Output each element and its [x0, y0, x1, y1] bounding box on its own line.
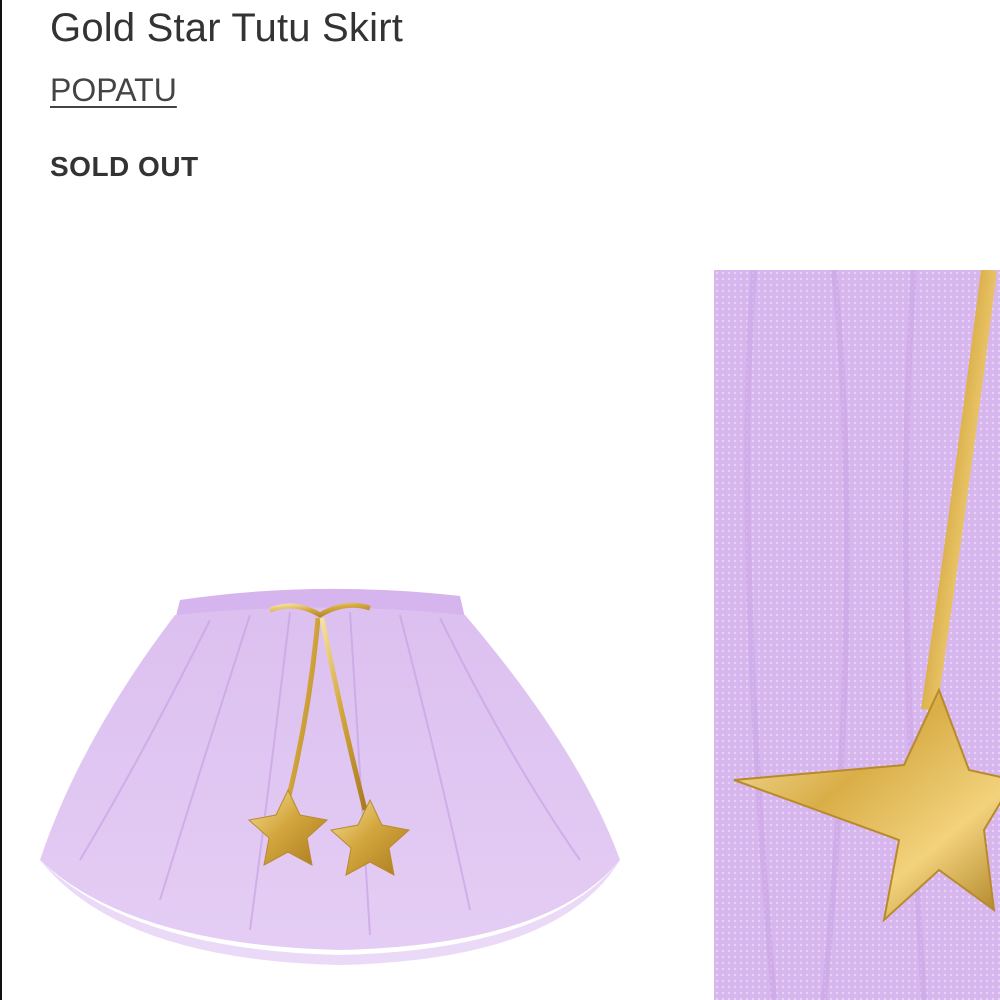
brand-link[interactable]: POPATU	[50, 70, 177, 110]
product-title: Gold Star Tutu Skirt	[50, 6, 404, 50]
product-page: Gold Star Tutu Skirt POPATU SOLD OUT	[0, 0, 1000, 1000]
page-left-border	[0, 0, 2, 1000]
main-product-image[interactable]	[20, 560, 640, 990]
sold-out-status: SOLD OUT	[50, 151, 199, 182]
tutu-skirt-image	[40, 588, 620, 965]
detail-thumbnail-image[interactable]	[714, 270, 1000, 1000]
tulle-star-detail-image	[714, 270, 1000, 1000]
